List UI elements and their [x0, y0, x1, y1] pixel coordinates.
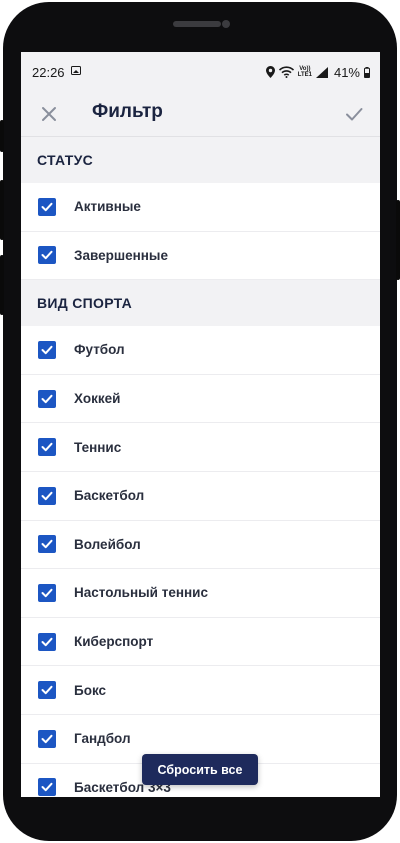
status-indicators: Vo)) LTE1 41% — [265, 62, 370, 82]
filter-option-active[interactable]: Активные — [21, 183, 380, 232]
checkmark-icon — [41, 394, 53, 403]
filter-option-label: Киберспорт — [74, 634, 154, 650]
filter-option-label: Баскетбол — [74, 488, 145, 504]
checkbox-checked[interactable] — [38, 778, 56, 797]
checkmark-icon — [41, 442, 53, 452]
status-bar: 22:26 Vo)) LTE1 41% — [21, 52, 380, 92]
checkmark-icon — [41, 637, 53, 646]
filter-option-volleyball[interactable]: Волейбол — [21, 520, 380, 570]
checkbox-checked[interactable] — [38, 340, 56, 359]
volte-indicator: Vo)) LTE1 — [298, 66, 312, 78]
filter-option-finished[interactable]: Завершенные — [21, 231, 380, 281]
front-camera — [222, 20, 230, 28]
checkbox-checked[interactable] — [38, 197, 56, 216]
apply-filter-button[interactable] — [342, 102, 366, 126]
app-header: Фильтр — [21, 92, 380, 137]
filter-option-label: Теннис — [74, 439, 122, 455]
filter-option-label: Завершенные — [74, 247, 168, 263]
filter-option-label: Активные — [74, 199, 141, 215]
filter-option-table-tennis[interactable]: Настольный теннис — [21, 569, 380, 618]
location-icon — [265, 66, 275, 78]
battery-icon — [364, 66, 370, 78]
checkmark-icon — [41, 588, 53, 598]
filter-option-basketball[interactable]: Баскетбол — [21, 471, 380, 521]
filter-option-tennis[interactable]: Теннис — [21, 423, 380, 472]
gallery-notification-icon — [71, 66, 81, 75]
checkmark-icon — [41, 491, 53, 500]
earpiece-speaker — [173, 21, 221, 27]
checkmark-icon — [41, 202, 53, 211]
checkbox-checked[interactable] — [38, 438, 56, 457]
battery-percent: 41% — [333, 64, 360, 80]
close-icon — [42, 107, 56, 121]
volume-button — [0, 120, 4, 152]
section-header-status: СТАТУС — [21, 137, 380, 183]
checkbox-checked[interactable] — [38, 681, 56, 700]
checkmark-icon — [41, 783, 53, 792]
filter-option-football[interactable]: Футбол — [21, 326, 380, 375]
checkbox-checked[interactable] — [38, 246, 56, 265]
volume-button — [0, 255, 4, 315]
filter-list: СТАТУС Активные Завершенные ВИД СПОРТА Ф… — [21, 137, 380, 797]
volume-button — [0, 180, 4, 240]
checkmark-icon — [41, 540, 53, 549]
checkmark-icon — [41, 685, 53, 695]
checkbox-checked[interactable] — [38, 632, 56, 651]
checkbox-checked[interactable] — [38, 729, 56, 748]
page-title: Фильтр — [92, 101, 163, 122]
filter-option-label: Волейбол — [74, 536, 141, 552]
checkmark-icon — [41, 251, 53, 260]
volte-line-2: LTE1 — [297, 72, 312, 78]
checkbox-checked[interactable] — [38, 486, 56, 505]
checkbox-checked[interactable] — [38, 583, 56, 602]
filter-option-hockey[interactable]: Хоккей — [21, 374, 380, 424]
reset-all-button[interactable]: Сбросить все — [142, 754, 258, 785]
checkbox-checked[interactable] — [38, 389, 56, 408]
check-icon — [346, 108, 363, 121]
filter-option-label: Хоккей — [74, 391, 121, 407]
section-header-sport-type: ВИД СПОРТА — [21, 280, 380, 327]
status-time: 22:26 — [32, 65, 65, 80]
wifi-icon — [278, 66, 294, 78]
filter-option-label: Футбол — [74, 342, 125, 358]
close-button[interactable] — [37, 102, 61, 126]
filter-option-boxing[interactable]: Бокс — [21, 666, 380, 715]
filter-option-label: Настольный теннис — [74, 585, 208, 601]
app-screen: 22:26 Vo)) LTE1 41% Фильтр СТАТУС Активн… — [21, 52, 380, 797]
filter-option-esports[interactable]: Киберспорт — [21, 617, 380, 667]
signal-icon — [315, 66, 328, 78]
power-button — [396, 200, 400, 280]
filter-option-label: Бокс — [74, 682, 107, 698]
checkmark-icon — [41, 345, 53, 355]
checkbox-checked[interactable] — [38, 535, 56, 554]
checkmark-icon — [41, 734, 53, 743]
filter-option-label: Гандбол — [74, 731, 131, 747]
